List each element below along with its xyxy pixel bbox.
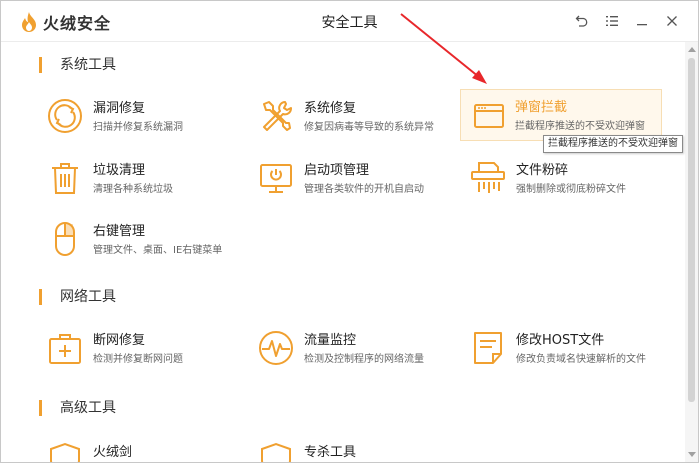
vulnerability-repair-icon	[48, 99, 82, 133]
tool-desc: 清理各种系统垃圾	[93, 184, 173, 195]
tool-name: 流量监控	[304, 333, 357, 348]
tool-name: 右键管理	[93, 224, 146, 239]
tool-name: 启动项管理	[304, 163, 370, 178]
tool-desc: 拦截程序推送的不受欢迎弹窗	[515, 121, 645, 132]
section-title-system: 系统工具	[39, 57, 116, 73]
minimize-button[interactable]	[632, 11, 652, 31]
tool-name: 系统修复	[304, 101, 357, 116]
specialist-icon	[261, 442, 291, 462]
menu-button[interactable]	[602, 11, 622, 31]
scroll-up-arrow-icon[interactable]	[688, 47, 696, 52]
tool-name: 专杀工具	[304, 445, 357, 460]
tool-network-repair[interactable]: 断网修复 检测并修复断网问题	[45, 324, 245, 372]
scroll-down-arrow-icon[interactable]	[688, 452, 696, 457]
tool-name: 修改HOST文件	[516, 333, 605, 348]
tool-desc: 强制删除或彻底粉碎文件	[516, 184, 626, 195]
tool-desc: 检测并修复断网问题	[93, 354, 183, 365]
section-title-network: 网络工具	[39, 289, 116, 305]
window-title: 安全工具	[321, 15, 378, 31]
tools-content[interactable]: 系统工具 漏洞修复 扫描并修复系统漏洞 系统修复 修复因病毒等导致的系统异常 弹…	[1, 42, 685, 462]
tool-desc: 修改负责域名快速解析的文件	[516, 354, 646, 365]
minimize-icon	[637, 24, 647, 26]
traffic-monitor-icon	[259, 331, 293, 365]
tool-file-shredder[interactable]: 文件粉碎 强制删除或彻底粉碎文件	[468, 154, 668, 202]
trash-icon	[52, 163, 78, 194]
back-button[interactable]	[572, 11, 592, 31]
tool-host-file[interactable]: 修改HOST文件 修改负责域名快速解析的文件	[468, 324, 668, 372]
vertical-scrollbar[interactable]	[685, 42, 698, 462]
tool-name: 断网修复	[93, 333, 146, 348]
startup-icon	[260, 164, 292, 193]
tool-name: 垃圾清理	[93, 163, 146, 178]
system-repair-icon	[263, 101, 292, 131]
tool-name: 弹窗拦截	[515, 100, 568, 115]
tool-desc: 扫描并修复系统漏洞	[93, 122, 183, 133]
sword-icon	[50, 442, 80, 462]
tool-name: 漏洞修复	[93, 101, 146, 116]
tool-startup-manager[interactable]: 启动项管理 管理各类软件的开机自启动	[256, 154, 456, 202]
scroll-thumb[interactable]	[688, 58, 695, 402]
section-title-advanced: 高级工具	[39, 400, 116, 416]
tool-desc: 管理各类软件的开机自启动	[304, 184, 424, 195]
tool-popup-block[interactable]: 弹窗拦截 拦截程序推送的不受欢迎弹窗	[460, 89, 662, 141]
app-window: 火绒安全 安全工具 系统工具 漏洞修复 扫描并修复系统漏洞 系统修复 修复因病毒…	[0, 0, 699, 463]
tool-traffic-monitor[interactable]: 流量监控 检测及控制程序的网络流量	[256, 324, 456, 372]
tool-name: 文件粉碎	[516, 163, 569, 178]
shredder-icon	[471, 162, 505, 193]
title-bar[interactable]: 火绒安全 安全工具	[1, 1, 698, 42]
tool-huorong-sword[interactable]: 火绒剑	[45, 436, 245, 462]
network-repair-icon	[49, 334, 81, 364]
tool-desc: 检测及控制程序的网络流量	[304, 354, 424, 365]
undo-arrow-icon	[575, 15, 588, 27]
host-file-icon	[474, 332, 502, 364]
tool-right-click-manager[interactable]: 右键管理 管理文件、桌面、IE右键菜单	[45, 215, 245, 263]
tool-desc: 管理文件、桌面、IE右键菜单	[93, 245, 223, 256]
tool-vulnerability-repair[interactable]: 漏洞修复 扫描并修复系统漏洞	[45, 92, 245, 140]
tool-system-repair[interactable]: 系统修复 修复因病毒等导致的系统异常	[256, 92, 456, 140]
tool-specialist-kill[interactable]: 专杀工具	[256, 436, 456, 462]
close-icon	[667, 16, 677, 26]
tool-trash-clean[interactable]: 垃圾清理 清理各种系统垃圾	[45, 154, 245, 202]
popup-block-tooltip: 拦截程序推送的不受欢迎弹窗	[543, 135, 683, 153]
tool-desc: 修复因病毒等导致的系统异常	[304, 122, 434, 133]
tool-name: 火绒剑	[93, 445, 133, 460]
mouse-icon	[55, 222, 75, 256]
close-button[interactable]	[662, 11, 682, 31]
menu-list-icon	[606, 16, 618, 26]
popup-block-icon	[474, 104, 504, 128]
